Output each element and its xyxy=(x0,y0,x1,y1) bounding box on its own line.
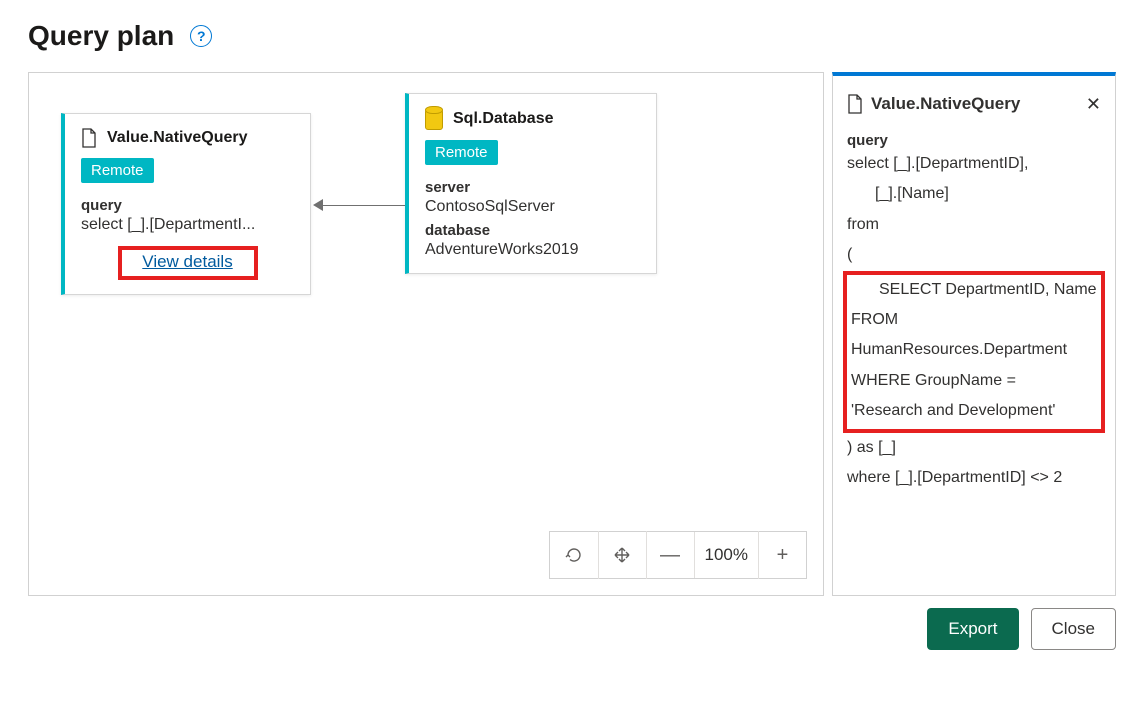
query-line: select [_].[DepartmentID], xyxy=(847,155,1028,172)
fit-view-button[interactable] xyxy=(598,531,646,579)
node-value-nativequery[interactable]: Value.NativeQuery Remote query select [_… xyxy=(61,113,311,295)
reset-view-button[interactable] xyxy=(550,531,598,579)
zoom-toolbar: — 100% + xyxy=(549,531,807,579)
database-icon xyxy=(425,108,443,130)
document-icon xyxy=(81,128,97,148)
query-line: 'Research and Development' xyxy=(851,402,1055,419)
details-query-body: select [_].[DepartmentID], [_].[Name] fr… xyxy=(847,149,1101,493)
database-label: database xyxy=(425,222,640,239)
details-header: Value.NativeQuery xyxy=(847,94,1101,114)
query-line: HumanResources.Department xyxy=(851,341,1067,358)
database-value: AdventureWorks2019 xyxy=(425,241,640,259)
document-icon xyxy=(847,94,863,114)
main-area: Value.NativeQuery Remote query select [_… xyxy=(28,72,1116,596)
details-query-label: query xyxy=(847,132,1101,149)
details-title: Value.NativeQuery xyxy=(871,94,1020,114)
page-title: Query plan xyxy=(28,20,174,52)
view-details-highlight: View details xyxy=(118,246,258,280)
query-line: FROM xyxy=(851,311,898,328)
node-title: Value.NativeQuery xyxy=(107,129,248,147)
zoom-level: 100% xyxy=(694,532,758,578)
close-icon[interactable]: ✕ xyxy=(1086,94,1101,115)
help-icon[interactable]: ? xyxy=(190,25,212,47)
zoom-in-button[interactable]: + xyxy=(758,531,806,579)
query-preview: select [_].[DepartmentI... xyxy=(81,216,294,234)
query-label: query xyxy=(81,197,294,214)
export-button[interactable]: Export xyxy=(927,608,1018,650)
node-sql-database[interactable]: Sql.Database Remote server ContosoSqlSer… xyxy=(405,93,657,274)
view-details-link[interactable]: View details xyxy=(142,252,232,271)
query-line: where [_].[DepartmentID] <> 2 xyxy=(847,469,1062,486)
connector-line xyxy=(323,205,405,206)
query-plan-canvas[interactable]: Value.NativeQuery Remote query select [_… xyxy=(28,72,824,596)
query-line: SELECT DepartmentID, Name xyxy=(851,275,1097,305)
dialog-footer: Export Close xyxy=(28,608,1116,650)
page-header: Query plan ? xyxy=(28,20,1116,52)
node-title-row: Sql.Database xyxy=(425,108,640,130)
connector-arrowhead-icon xyxy=(313,199,323,211)
inner-query-highlight: SELECT DepartmentID, Name FROM HumanReso… xyxy=(843,271,1105,433)
close-button[interactable]: Close xyxy=(1031,608,1116,650)
query-line: from xyxy=(847,216,879,233)
remote-badge: Remote xyxy=(425,140,498,165)
query-line: ) as [_] xyxy=(847,439,896,456)
server-value: ContosoSqlServer xyxy=(425,198,640,216)
remote-badge: Remote xyxy=(81,158,154,183)
query-line: ( xyxy=(847,246,852,263)
query-line: [_].[Name] xyxy=(847,179,1101,209)
zoom-out-button[interactable]: — xyxy=(646,531,694,579)
server-label: server xyxy=(425,179,640,196)
node-title-row: Value.NativeQuery xyxy=(81,128,294,148)
details-panel: Value.NativeQuery ✕ query select [_].[De… xyxy=(832,72,1116,596)
query-line: WHERE GroupName = xyxy=(851,372,1016,389)
node-title: Sql.Database xyxy=(453,110,553,128)
